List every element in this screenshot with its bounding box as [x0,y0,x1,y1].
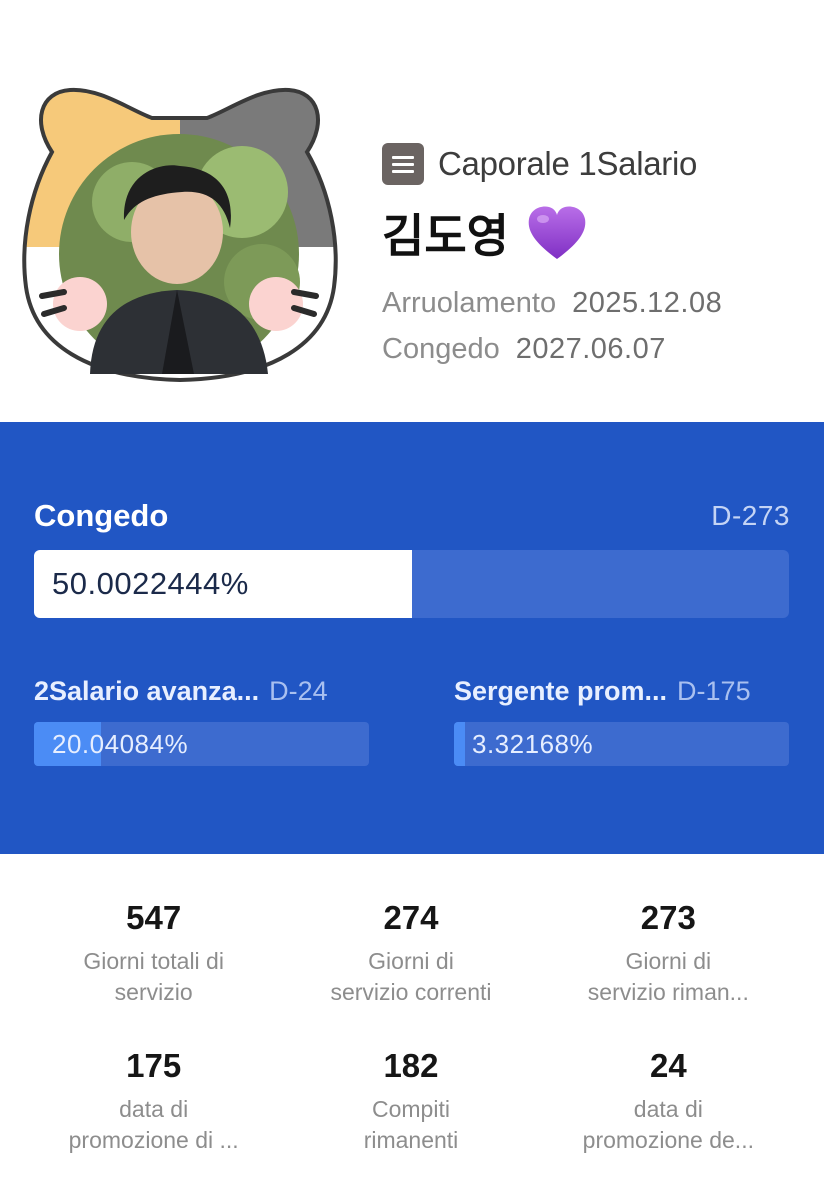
menu-icon[interactable] [382,143,424,185]
discharge-row: Congedo 2027.06.07 [382,328,802,370]
discharge-progress-header: Congedo D-273 [34,498,790,534]
avatar[interactable] [12,82,347,384]
discharge-date: 2027.06.07 [515,332,666,365]
discharge-progress-bar[interactable]: 50.0022444% [34,550,789,618]
enlist-row: Arruolamento 2025.12.08 [382,282,802,324]
discharge-progress-title: Congedo [34,498,169,533]
rank-row: Caporale 1Salario [382,140,802,188]
promotion-progress-2[interactable]: Sergente prom... D-175 3.32168% [454,672,789,766]
enlist-date: 2025.12.08 [572,286,723,319]
stat-value: 24 [649,1047,687,1084]
discharge-progress-percent: 50.0022444% [52,566,249,601]
stat-label: Giorni di servizio riman... [587,948,749,1005]
soldier-name: 김도영 [382,210,509,262]
stat-value: 175 [126,1047,182,1084]
stat-item: 175 data di promozione di ... [25,1044,282,1156]
stat-value: 182 [383,1047,439,1084]
discharge-label: Congedo [382,332,500,365]
cat-frame-icon [22,87,338,383]
promotion-progress-1-header: 2Salario avanza... D-24 [34,672,369,710]
stat-value: 547 [126,899,182,936]
name-row: 김도영 [382,202,802,264]
promotion-progress-2-d-day: D-175 [677,675,751,706]
rank-label: Caporale 1Salario [438,145,698,182]
promotion-progress-1-bar: 20.04084% [34,722,369,766]
stat-label: Giorni di servizio correnti [330,948,492,1005]
profile-header: Caporale 1Salario 김도영 Arruolamento 2025.… [0,0,824,422]
service-stats-grid: 547 Giorni totali di servizio 274 Giorni… [25,896,797,1156]
stat-label: Giorni totali di servizio [83,948,224,1005]
stat-label: Compiti rimanenti [363,1096,459,1153]
promotion-progress-2-header: Sergente prom... D-175 [454,672,789,710]
promotion-progress-2-title: Sergente prom... [454,675,668,706]
profile-info: Caporale 1Salario 김도영 Arruolamento 2025.… [382,140,802,370]
promotion-progress-2-fill [454,722,466,766]
progress-panel: Congedo D-273 50.0022444% 2Salario avanz… [0,422,824,854]
promotion-progress-2-bar: 3.32168% [454,722,789,766]
promotion-progress-1-percent: 20.04084% [52,729,189,759]
enlist-label: Arruolamento [382,286,557,319]
promotion-progress-1-d-day: D-24 [269,675,328,706]
purple-heart-icon [528,206,586,259]
stat-item: 274 Giorni di servizio correnti [282,896,539,1008]
stat-value: 274 [383,899,439,936]
stat-label: data di promozione de... [582,1096,754,1153]
promotion-progress-2-percent: 3.32168% [472,729,594,759]
stat-item: 182 Compiti rimanenti [282,1044,539,1156]
promotion-progress-1-title: 2Salario avanza... [34,675,260,706]
discharge-d-day: D-273 [711,500,790,531]
stat-item: 547 Giorni totali di servizio [25,896,282,1008]
stat-label: data di promozione di ... [68,1096,239,1153]
stat-item: 273 Giorni di servizio riman... [540,896,797,1008]
stat-value: 273 [640,899,696,936]
stat-item: 24 data di promozione de... [540,1044,797,1156]
promotion-progress-1[interactable]: 2Salario avanza... D-24 20.04084% [34,672,369,766]
